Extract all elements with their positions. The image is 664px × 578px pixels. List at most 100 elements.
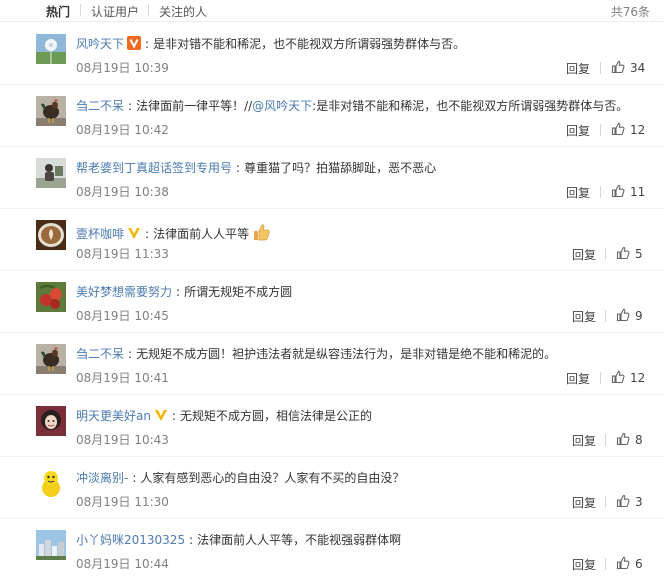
thumbs-up-icon [611, 370, 630, 385]
like-button[interactable]: 8 [616, 432, 643, 447]
comment-username[interactable]: 刍二不呆 [76, 99, 124, 113]
tab-following[interactable]: 关注的人 [159, 3, 207, 20]
like-count: 5 [635, 247, 643, 261]
thumbs-up-icon [616, 246, 635, 261]
thumbs-up-icon [616, 494, 635, 509]
like-count: 12 [630, 371, 646, 385]
comment-username[interactable]: 刍二不呆 [76, 347, 124, 361]
like-button[interactable]: 3 [616, 494, 643, 509]
thumbs-up-icon [611, 60, 630, 75]
comment-line: 冲淡离别-: 人家有感到恶心的自由没？人家有不买的自由没？ [76, 471, 405, 485]
comment-username[interactable]: 冲淡离别- [76, 471, 128, 485]
comment-date: 08月19日 10:43 [76, 433, 169, 447]
comment-text: 法律面前一律平等！// [136, 99, 253, 113]
comment-item: 刍二不呆: 法律面前一律平等！//@风吟天下:是非对错不能和稀泥，也不能视双方所谓… [0, 85, 664, 147]
action-divider [605, 248, 606, 260]
action-divider [605, 558, 606, 570]
like-button[interactable]: 9 [616, 308, 643, 323]
like-button[interactable]: 6 [616, 556, 643, 571]
comment-line: 小丫妈咪20130325: 法律面前人人平等，不能视强弱群体啊 [76, 533, 402, 547]
reply-button[interactable]: 回复 [566, 370, 590, 387]
tab-hot[interactable]: 热门 [46, 3, 70, 20]
thumbs-up-icon [616, 432, 635, 447]
comment-text: 所谓无规矩不成方圆 [184, 285, 293, 299]
thumbs-up-icon [616, 308, 635, 323]
comment-item: 帮老婆到丁真超话签到专用号: 尊重猫了吗？拍猫舔脚趾，恶不恶心 08月19日 10:… [0, 147, 664, 209]
tab-divider [80, 4, 81, 16]
avatar[interactable] [36, 530, 66, 560]
yellow-v-badge[interactable] [154, 408, 168, 426]
avatar[interactable] [36, 96, 66, 126]
reply-button[interactable]: 回复 [566, 60, 590, 77]
filter-bar: 热门 认证用户 关注的人 共76条 [0, 0, 664, 22]
yellow-v-badge[interactable] [127, 226, 141, 244]
like-count: 6 [635, 557, 643, 571]
reply-button[interactable]: 回复 [572, 494, 596, 511]
like-button[interactable]: 5 [616, 246, 643, 261]
like-count: 9 [635, 309, 643, 323]
like-button[interactable]: 11 [611, 184, 645, 199]
reply-button[interactable]: 回复 [566, 122, 590, 139]
comment-username[interactable]: 美好梦想需要努力 [76, 285, 172, 299]
comment-line: 明天更美好an: 无规矩不成方圆，相信法律是公正的 [76, 408, 644, 426]
avatar[interactable] [36, 344, 66, 374]
comment-username[interactable]: 明天更美好an [76, 409, 151, 423]
like-button[interactable]: 34 [611, 60, 645, 75]
comment-item: 明天更美好an: 无规矩不成方圆，相信法律是公正的 08月19日 10:43 回复 8 [0, 395, 664, 457]
like-count: 3 [635, 495, 643, 509]
like-button[interactable]: 12 [611, 122, 645, 137]
avatar[interactable] [36, 468, 66, 498]
comment-date: 08月19日 10:45 [76, 309, 169, 323]
comment-item: 刍二不呆: 无规矩不成方圆！袒护违法者就是纵容违法行为，是非对错是绝不能和稀泥的。… [0, 333, 664, 395]
like-count: 34 [630, 61, 646, 75]
comment-text: 法律面前人人平等 [153, 227, 250, 241]
comment-item: 冲淡离别-: 人家有感到恶心的自由没？人家有不买的自由没？ 08月19日 11:30… [0, 457, 664, 519]
thumbs-up-icon [616, 556, 635, 571]
mention-link[interactable]: @风吟天下 [252, 99, 312, 113]
comment-line: 壹杯咖啡: 法律面前人人平等 [76, 222, 644, 246]
reply-button[interactable]: 回复 [572, 432, 596, 449]
comment-date: 08月19日 10:39 [76, 61, 169, 75]
comment-text: 无规矩不成方圆，相信法律是公正的 [180, 409, 373, 423]
comment-username[interactable]: 帮老婆到丁真超话签到专用号 [76, 161, 232, 175]
comment-text: 是非对错不能和稀泥，也不能视双方所谓弱强势群体与否。 [153, 37, 466, 51]
orange-v-badge[interactable] [127, 36, 142, 54]
comment-text: 法律面前人人平等，不能视强弱群体啊 [197, 533, 402, 547]
action-divider [600, 62, 601, 74]
avatar[interactable] [36, 282, 66, 312]
comment-line: 刍二不呆: 法律面前一律平等！//@风吟天下:是非对错不能和稀泥，也不能视双方所谓… [76, 99, 629, 113]
comment-date: 08月19日 10:42 [76, 123, 169, 137]
comment-date: 08月19日 10:38 [76, 185, 169, 199]
reply-button[interactable]: 回复 [572, 246, 596, 263]
like-button[interactable]: 12 [611, 370, 645, 385]
reply-button[interactable]: 回复 [566, 184, 590, 201]
comment-username[interactable]: 风吟天下 [76, 37, 124, 51]
like-count: 12 [630, 123, 646, 137]
comment-date: 08月19日 11:30 [76, 495, 169, 509]
tab-verified-users[interactable]: 认证用户 [91, 3, 139, 20]
comment-text: 尊重猫了吗？拍猫舔脚趾，恶不恶心 [244, 161, 437, 175]
reply-button[interactable]: 回复 [572, 556, 596, 573]
like-count: 11 [630, 185, 646, 199]
reply-button[interactable]: 回复 [572, 308, 596, 325]
avatar[interactable] [36, 158, 66, 188]
action-divider [600, 186, 601, 198]
thumbs-up-icon [611, 122, 630, 137]
comment-username[interactable]: 小丫妈咪20130325 [76, 533, 185, 547]
avatar[interactable] [36, 220, 66, 250]
comment-date: 08月19日 11:33 [76, 247, 169, 261]
avatar[interactable] [36, 34, 66, 64]
comment-line: 美好梦想需要努力: 所谓无规矩不成方圆 [76, 285, 293, 299]
comment-date: 08月19日 10:44 [76, 557, 169, 571]
comment-text: 无规矩不成方圆！袒护违法者就是纵容违法行为，是非对错是绝不能和稀泥的。 [136, 347, 557, 361]
avatar[interactable] [36, 406, 66, 436]
comment-list: 风吟天下: 是非对错不能和稀泥，也不能视双方所谓弱强势群体与否。 08月19日 10… [0, 23, 664, 578]
thumbs-up-icon [611, 184, 630, 199]
tab-divider [148, 4, 149, 16]
action-divider [605, 434, 606, 446]
comment-item: 美好梦想需要努力: 所谓无规矩不成方圆 08月19日 10:45 回复 9 [0, 271, 664, 333]
comment-line: 刍二不呆: 无规矩不成方圆！袒护违法者就是纵容违法行为，是非对错是绝不能和稀泥的。 [76, 347, 557, 361]
comment-username[interactable]: 壹杯咖啡 [76, 227, 124, 241]
action-divider [605, 310, 606, 322]
comment-item: 小丫妈咪20130325: 法律面前人人平等，不能视强弱群体啊 08月19日 10:… [0, 519, 664, 578]
